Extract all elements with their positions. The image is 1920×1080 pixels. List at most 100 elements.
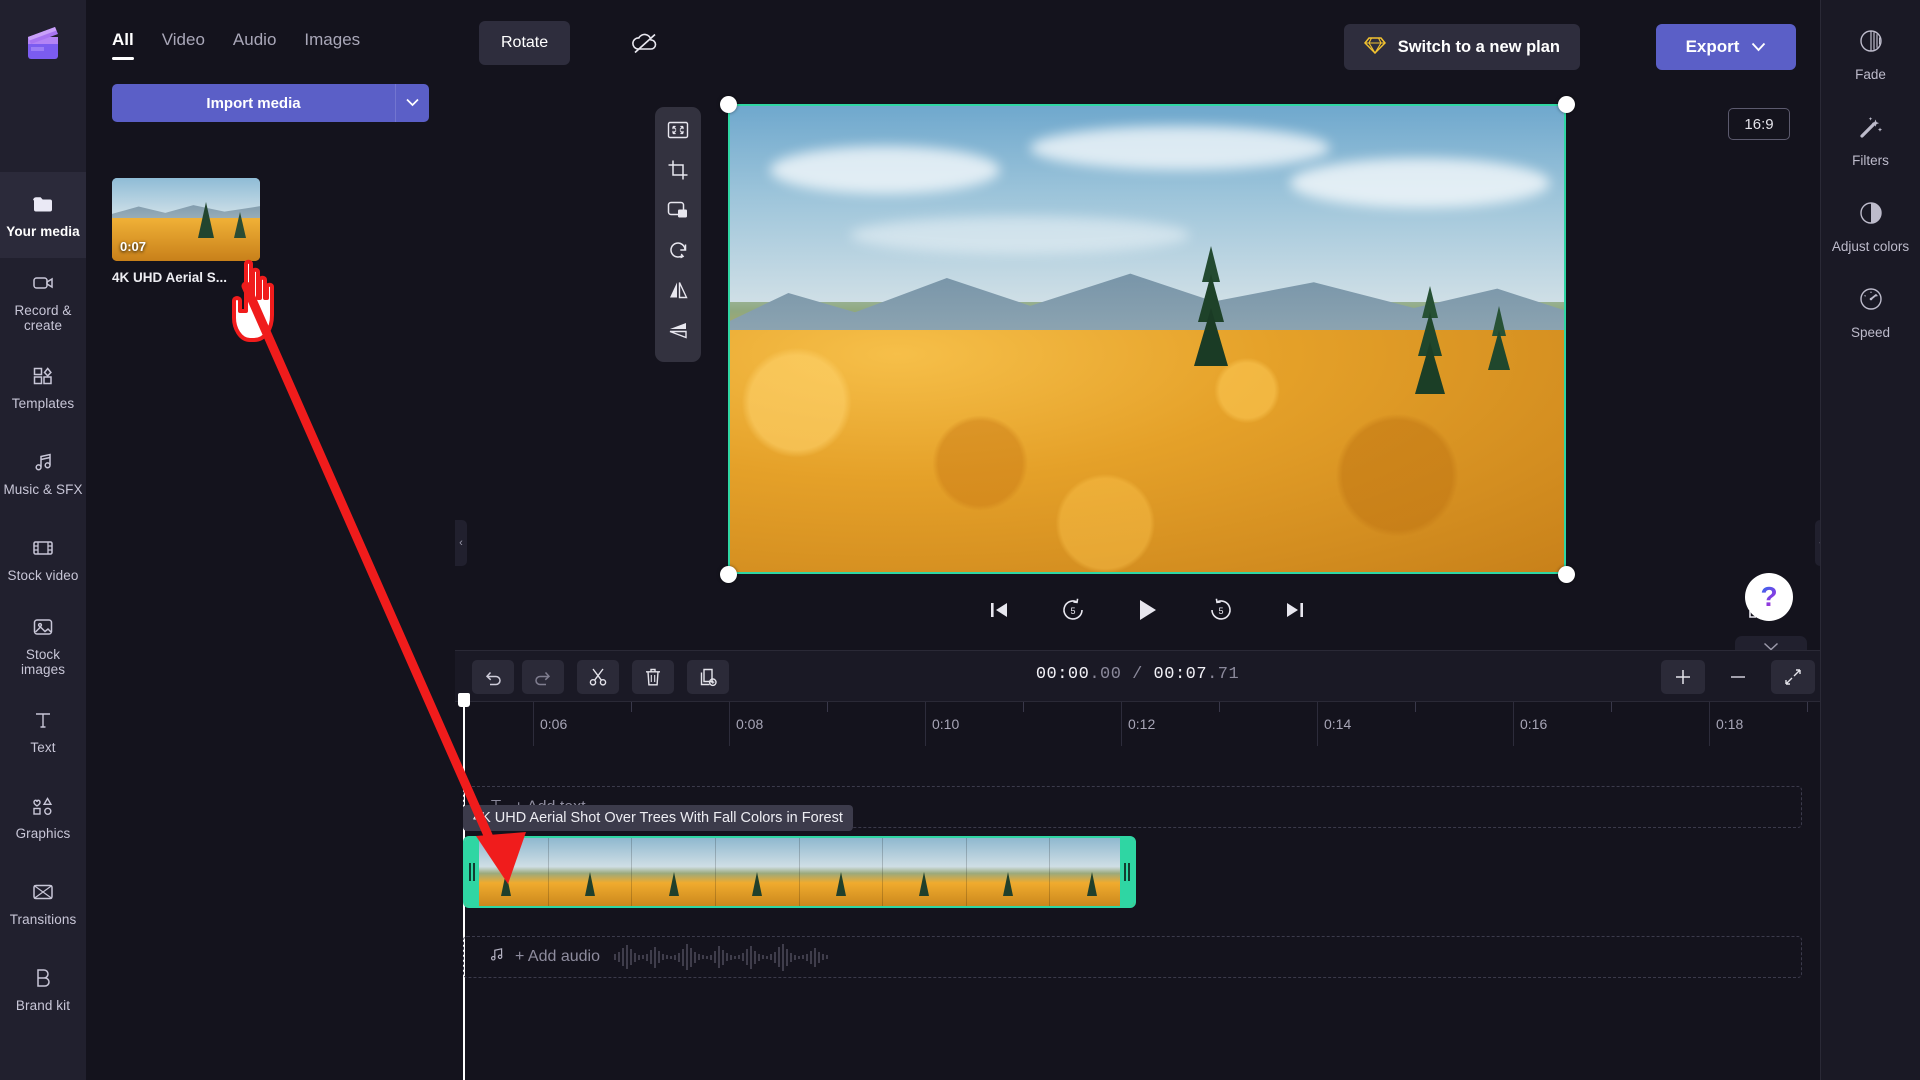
clip-frame-tree <box>668 872 679 897</box>
video-preview-canvas[interactable] <box>728 104 1566 574</box>
tab-all[interactable]: All <box>112 30 134 60</box>
app-logo[interactable] <box>0 0 86 86</box>
timecode-separator: / <box>1121 665 1154 684</box>
property-filters[interactable]: Filters <box>1821 98 1920 184</box>
clip-frame <box>632 838 716 906</box>
total-time: 00:07 <box>1153 665 1208 684</box>
tab-audio[interactable]: Audio <box>233 30 276 60</box>
sidebar-item-graphics[interactable]: Graphics <box>0 774 86 860</box>
sidebar-item-label: Templates <box>11 396 75 411</box>
zoom-out-button[interactable] <box>1716 660 1760 694</box>
top-toolbar: Rotate Switch to a new plan Export <box>455 0 1820 100</box>
text-t-icon <box>30 707 56 733</box>
clip-frame <box>799 838 884 906</box>
sidebar-item-templates[interactable]: Templates <box>0 344 86 430</box>
help-button[interactable]: ? <box>1745 573 1793 621</box>
rotate-button[interactable]: Rotate <box>479 21 571 65</box>
ruler-label: 0:18 <box>1716 716 1744 732</box>
forward-5-seconds-button[interactable]: 5 <box>1204 593 1238 627</box>
sidebar-item-stock-images[interactable]: Stock images <box>0 602 86 688</box>
add-audio-label: + Add audio <box>515 948 600 965</box>
flip-vertical-icon[interactable] <box>663 315 693 345</box>
sidebar-item-record-create[interactable]: Record & create <box>0 258 86 344</box>
music-note-icon <box>30 449 56 475</box>
help-question-mark: ? <box>1760 581 1778 612</box>
aspect-ratio-badge[interactable]: 16:9 <box>1728 108 1790 140</box>
property-fade[interactable]: Fade <box>1821 12 1920 98</box>
resize-handle-top-right[interactable] <box>1558 96 1575 113</box>
back-5-seconds-button[interactable]: 5 <box>1056 593 1090 627</box>
rotate-icon[interactable] <box>663 235 693 265</box>
import-media-button[interactable]: Import media <box>112 84 395 122</box>
thumbnail-tree <box>198 202 214 238</box>
media-duration: 0:07 <box>120 239 147 254</box>
preview-cloud <box>1290 158 1550 208</box>
clip-trim-handle-right[interactable] <box>1120 838 1134 906</box>
ruler-tick-minor <box>1807 702 1808 712</box>
sidebar-item-text[interactable]: Text <box>0 688 86 774</box>
picture-in-picture-icon[interactable] <box>663 195 693 225</box>
video-clip[interactable] <box>463 836 1136 908</box>
ruler-tick-minor <box>1611 702 1612 712</box>
tab-images[interactable]: Images <box>304 30 360 60</box>
ruler-tick <box>729 702 730 746</box>
crop-icon[interactable] <box>663 155 693 185</box>
ruler-label: 0:08 <box>736 716 764 732</box>
property-adjust-colors[interactable]: Adjust colors <box>1821 184 1920 270</box>
clip-trim-handle-left[interactable] <box>465 838 479 906</box>
chevron-down-icon <box>1751 37 1766 57</box>
fit-to-frame-icon[interactable] <box>663 115 693 145</box>
flip-horizontal-icon[interactable] <box>663 275 693 305</box>
sidebar-item-stock-video[interactable]: Stock video <box>0 516 86 602</box>
ruler-label: 0:06 <box>540 716 568 732</box>
shapes-icon <box>30 793 56 819</box>
clipchamp-editor: Your media Record & create Templates Mus… <box>0 0 1920 1080</box>
timecode-display: 00:00.00 / 00:07.71 <box>455 665 1820 684</box>
ruler-tick <box>1513 702 1514 746</box>
preview-area: 16:9 5 5 <box>455 96 1815 650</box>
zoom-in-button[interactable] <box>1661 660 1705 694</box>
thumbnail-tree <box>234 212 246 238</box>
resize-handle-bottom-left[interactable] <box>720 566 737 583</box>
play-button[interactable] <box>1130 593 1164 627</box>
resize-handle-bottom-right[interactable] <box>1558 566 1575 583</box>
chevron-down-icon <box>406 94 419 112</box>
zoom-fit-button[interactable] <box>1771 660 1815 694</box>
film-strip-icon <box>30 535 56 561</box>
media-panel: All Video Audio Images Import media 0:07… <box>86 0 455 1080</box>
add-audio-hint[interactable]: + Add audio <box>488 946 600 968</box>
media-thumbnail[interactable]: 0:07 <box>112 178 260 261</box>
sidebar-item-your-media[interactable]: Your media <box>0 172 86 258</box>
jump-to-start-button[interactable] <box>982 593 1016 627</box>
property-speed[interactable]: Speed <box>1821 270 1920 356</box>
tab-video[interactable]: Video <box>162 30 205 60</box>
sidebar-item-brand-kit[interactable]: Brand kit <box>0 946 86 1032</box>
ruler-tick <box>533 702 534 746</box>
ruler-tick <box>1317 702 1318 746</box>
timeline-ruler[interactable]: 0:06 0:08 0:10 0:12 0:14 0:16 0:18 0:20 <box>455 702 1920 746</box>
audio-waveform <box>464 942 1801 972</box>
magic-wand-icon <box>1858 114 1884 145</box>
sidebar-item-music-sfx[interactable]: Music & SFX <box>0 430 86 516</box>
sidebar-item-label: Brand kit <box>15 998 71 1013</box>
ruler-tick-minor <box>827 702 828 712</box>
playhead-knob[interactable] <box>458 693 470 707</box>
sidebar-item-label: Graphics <box>15 826 71 841</box>
switch-plan-button[interactable]: Switch to a new plan <box>1343 24 1580 70</box>
sidebar-item-transitions[interactable]: Transitions <box>0 860 86 946</box>
import-media-dropdown[interactable] <box>395 84 429 122</box>
templates-grid-icon <box>30 363 56 389</box>
property-label: Adjust colors <box>1831 239 1910 254</box>
ruler-label: 0:16 <box>1520 716 1548 732</box>
switch-plan-label: Switch to a new plan <box>1397 37 1560 56</box>
audio-track[interactable]: + Add audio <box>463 936 1802 978</box>
export-button[interactable]: Export <box>1656 24 1796 70</box>
image-icon <box>30 614 56 640</box>
resize-handle-top-left[interactable] <box>720 96 737 113</box>
clip-title-label: 4K UHD Aerial Shot Over Trees With Fall … <box>463 805 853 831</box>
media-tabs: All Video Audio Images <box>86 0 455 60</box>
jump-to-end-button[interactable] <box>1278 593 1312 627</box>
fade-icon <box>1858 28 1884 59</box>
timeline-toolbar: 00:00.00 / 00:07.71 <box>455 650 1820 702</box>
cloud-off-icon[interactable] <box>629 28 661 58</box>
